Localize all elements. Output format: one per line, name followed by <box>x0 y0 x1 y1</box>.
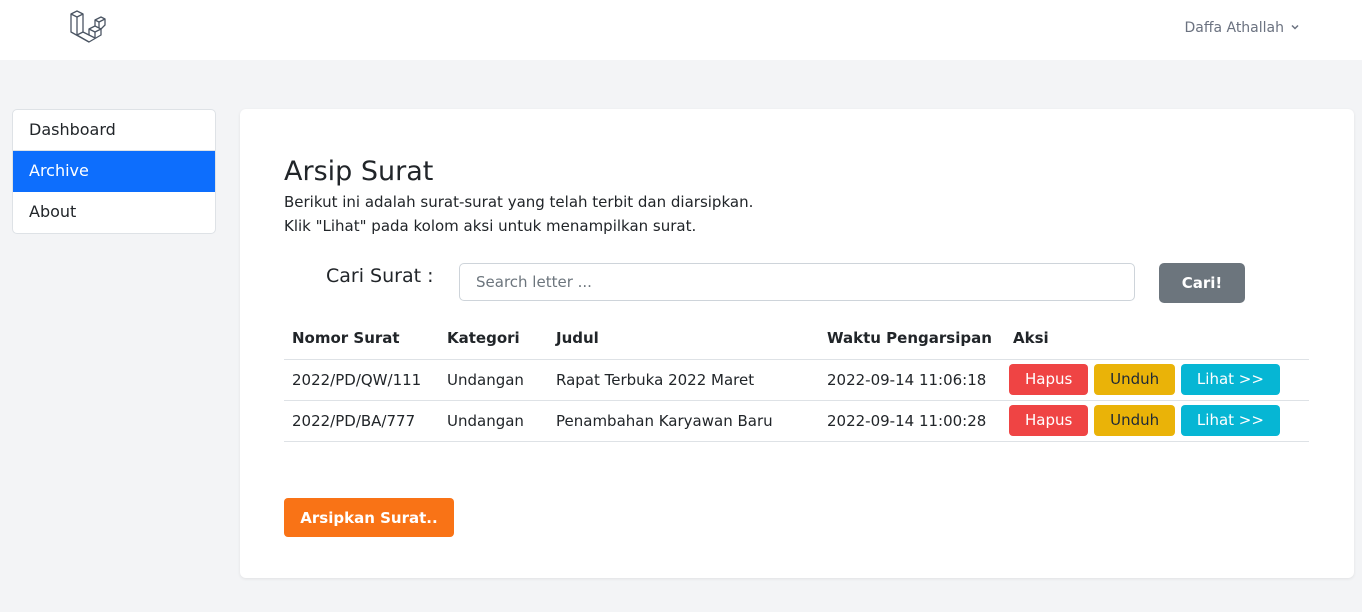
archive-letter-button[interactable]: Arsipkan Surat.. <box>284 498 454 537</box>
sidebar-item-archive[interactable]: Archive <box>13 151 215 192</box>
cell-nomor: 2022/PD/QW/111 <box>284 359 439 401</box>
table-header-row: Nomor Surat Kategori Judul Waktu Pengars… <box>284 318 1309 360</box>
delete-button[interactable]: Hapus <box>1009 364 1089 395</box>
user-name: Daffa Athallah <box>1184 20 1284 36</box>
page-title: Arsip Surat <box>284 156 434 187</box>
cell-aksi: Hapus Unduh Lihat >> <box>1005 359 1309 401</box>
cell-waktu: 2022-09-14 11:00:28 <box>819 400 1005 442</box>
cell-aksi: Hapus Unduh Lihat >> <box>1005 400 1309 442</box>
archive-card: Arsip Surat Berikut ini adalah surat-sur… <box>240 109 1354 578</box>
search-label: Cari Surat : <box>326 265 434 287</box>
view-button[interactable]: Lihat >> <box>1180 364 1280 395</box>
column-header-nomor: Nomor Surat <box>284 318 439 360</box>
sidebar-item-dashboard[interactable]: Dashboard <box>13 110 215 151</box>
sidebar-item-about[interactable]: About <box>13 192 215 233</box>
column-header-waktu: Waktu Pengarsipan <box>819 318 1005 360</box>
page-description-line1: Berikut ini adalah surat-surat yang tela… <box>284 193 754 211</box>
table-row: 2022/PD/QW/111 Undangan Rapat Terbuka 20… <box>284 359 1309 401</box>
cell-judul: Rapat Terbuka 2022 Maret <box>548 359 819 401</box>
search-input[interactable] <box>459 263 1135 301</box>
download-button[interactable]: Unduh <box>1094 364 1176 395</box>
user-menu-dropdown[interactable]: Daffa Athallah <box>1184 18 1300 38</box>
column-header-kategori: Kategori <box>439 318 548 360</box>
top-navbar: Daffa Athallah <box>0 0 1362 60</box>
page-description-line2: Klik "Lihat" pada kolom aksi untuk menam… <box>284 217 697 235</box>
cell-waktu: 2022-09-14 11:06:18 <box>819 359 1005 401</box>
cell-nomor: 2022/PD/BA/777 <box>284 400 439 442</box>
column-header-aksi: Aksi <box>1005 318 1309 360</box>
chevron-down-icon <box>1290 20 1300 36</box>
search-button[interactable]: Cari! <box>1159 263 1245 303</box>
archive-table: Nomor Surat Kategori Judul Waktu Pengars… <box>284 318 1309 442</box>
download-button[interactable]: Unduh <box>1094 405 1176 436</box>
laravel-logo-icon[interactable] <box>69 10 107 46</box>
cell-kategori: Undangan <box>439 359 548 401</box>
table-row: 2022/PD/BA/777 Undangan Penambahan Karya… <box>284 400 1309 442</box>
sidebar-nav: Dashboard Archive About <box>12 109 216 234</box>
view-button[interactable]: Lihat >> <box>1180 405 1280 436</box>
cell-kategori: Undangan <box>439 400 548 442</box>
delete-button[interactable]: Hapus <box>1009 405 1089 436</box>
column-header-judul: Judul <box>548 318 819 360</box>
cell-judul: Penambahan Karyawan Baru <box>548 400 819 442</box>
